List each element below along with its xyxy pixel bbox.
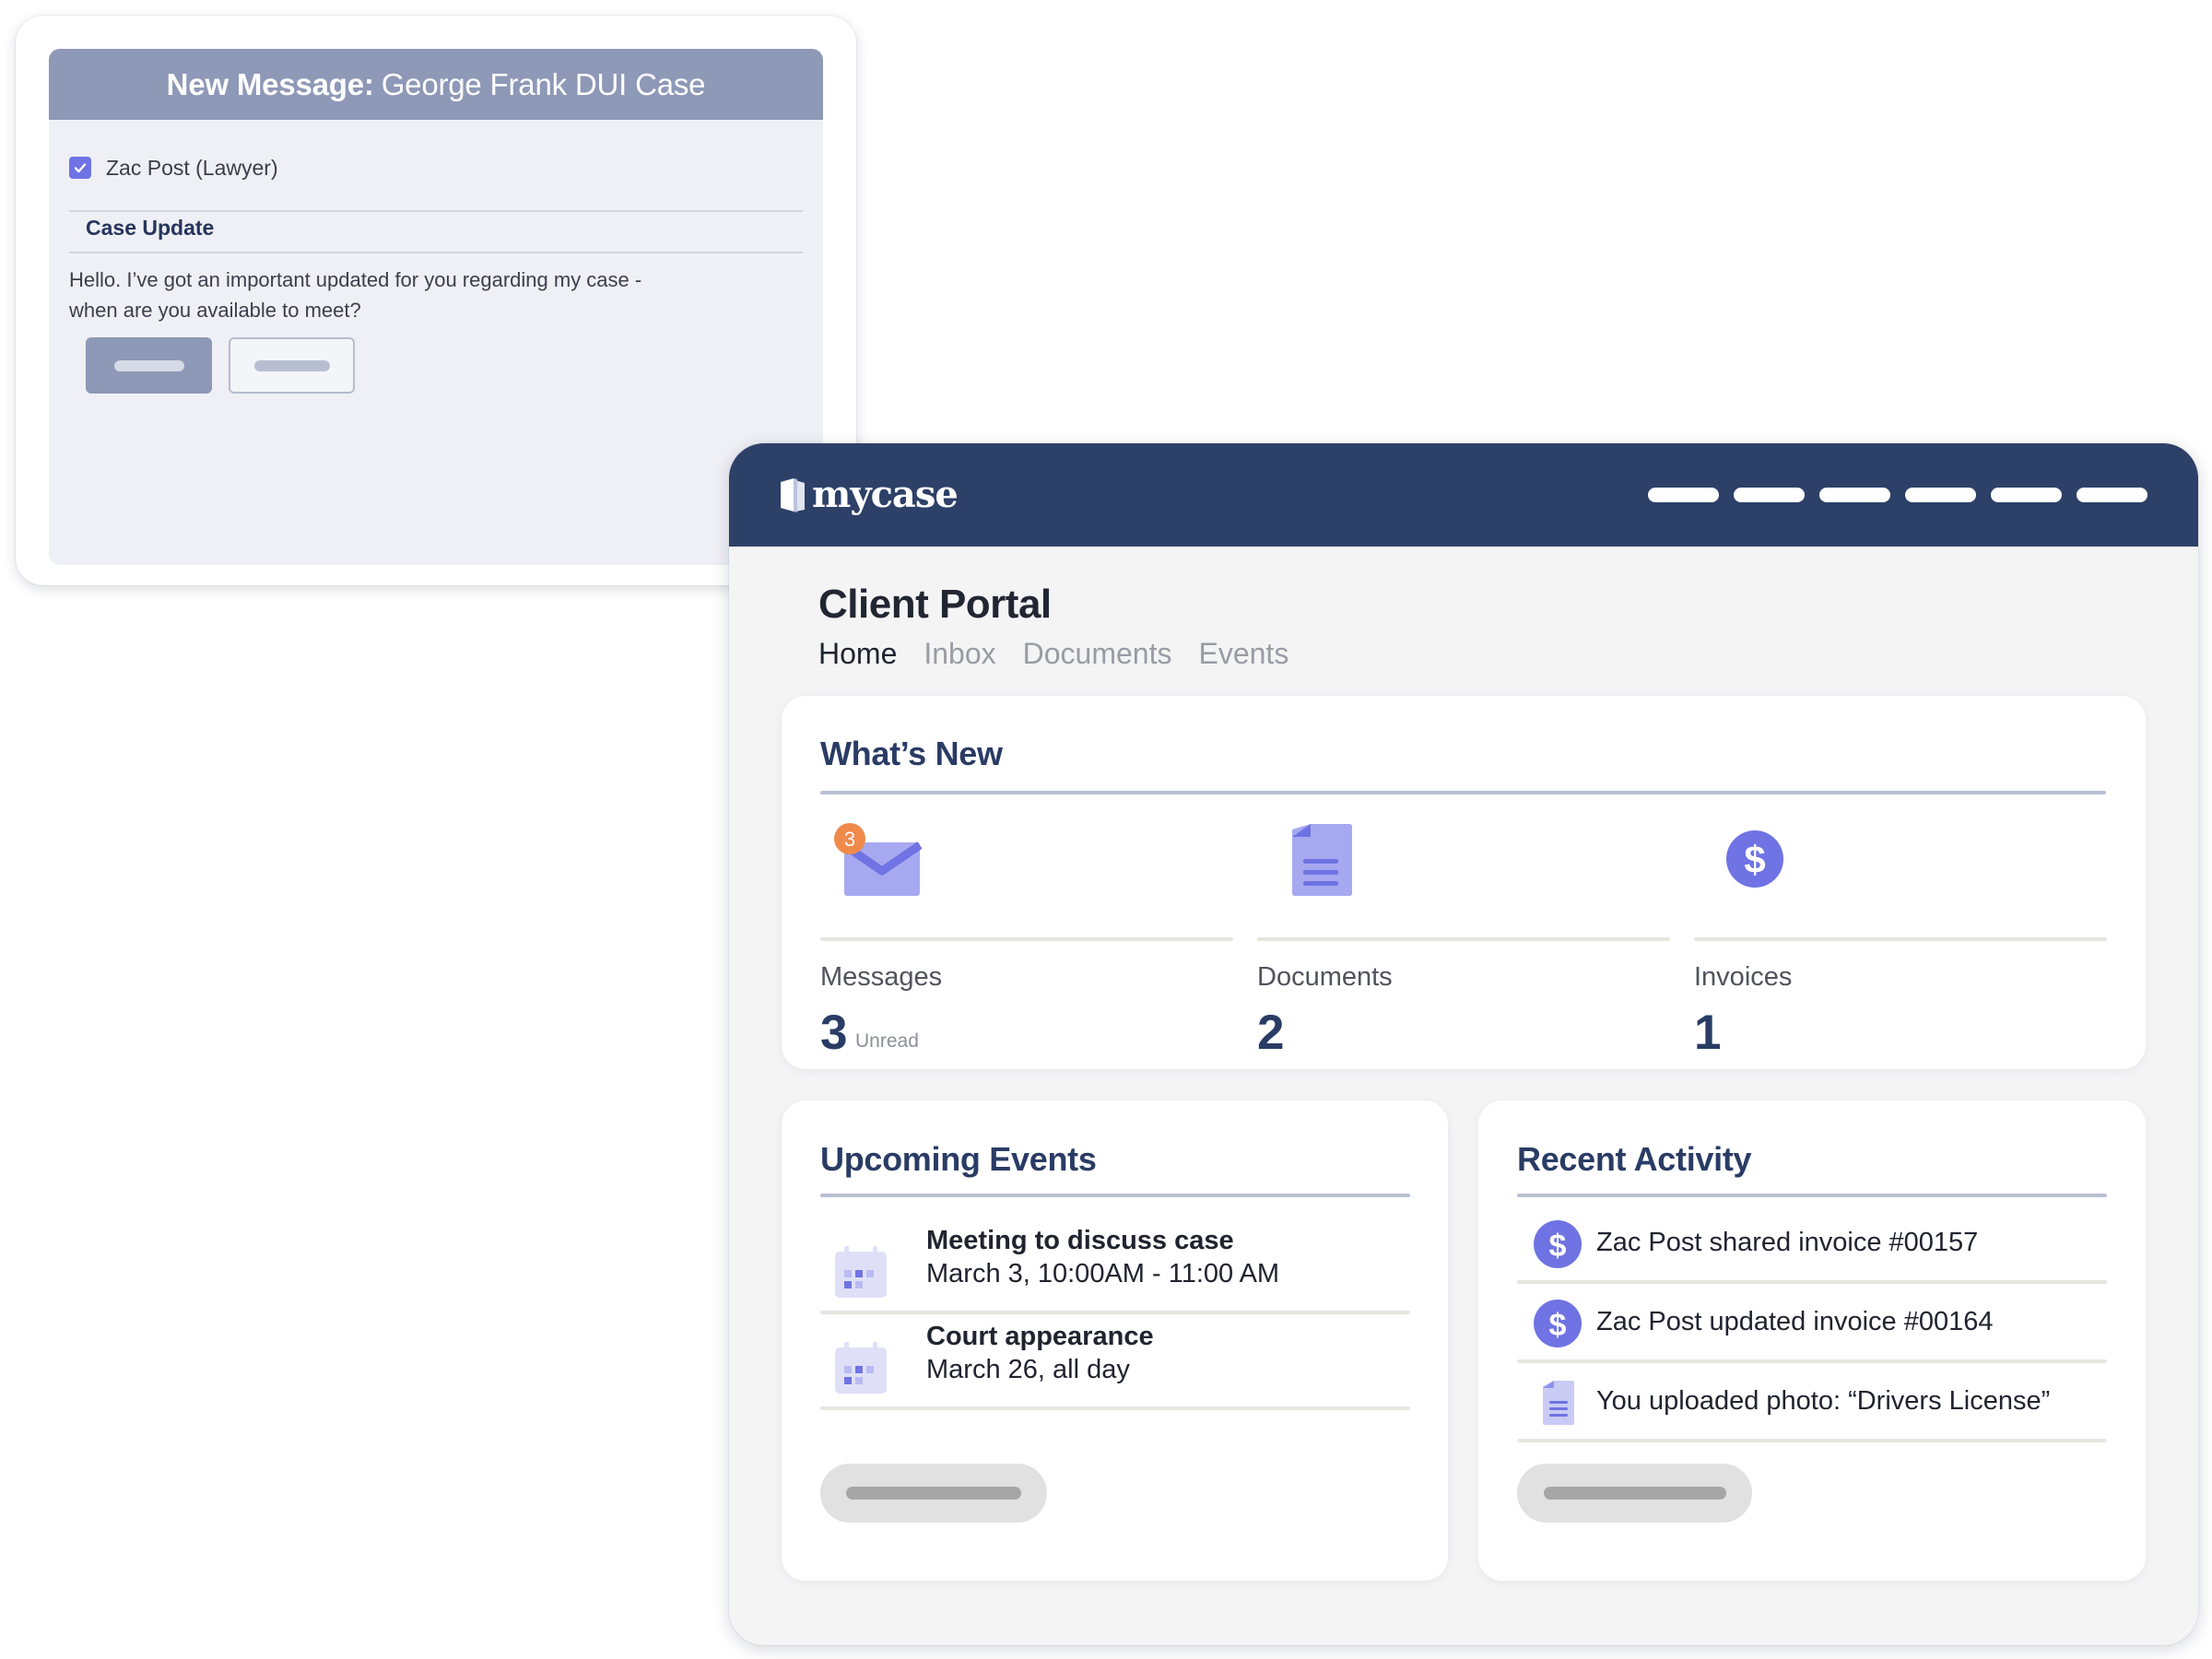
mycase-logo[interactable]: mycase bbox=[779, 473, 959, 516]
message-header-label: New Message: bbox=[166, 66, 374, 101]
documents-count: 2 bbox=[1257, 1006, 1285, 1060]
divider bbox=[820, 1194, 1410, 1197]
messages-label: Messages bbox=[820, 962, 943, 992]
documents-stat[interactable]: Documents 2 bbox=[1257, 820, 1670, 1060]
divider bbox=[1257, 937, 1670, 941]
send-button-placeholder bbox=[113, 359, 184, 371]
tab-home[interactable]: Home bbox=[818, 637, 897, 671]
event-time: March 3, 10:00AM - 11:00 AM bbox=[926, 1259, 1280, 1288]
invoices-stat[interactable]: $ Invoices 1 bbox=[1694, 820, 2107, 1060]
message-composer: New Message: George Frank DUI Case Zac P… bbox=[49, 49, 823, 565]
activity-text: Zac Post updated invoice #00164 bbox=[1596, 1307, 1994, 1336]
document-icon bbox=[1543, 1381, 1574, 1425]
client-portal-window: mycase Client Portal Home Inbox Document… bbox=[729, 443, 2198, 1645]
documents-label: Documents bbox=[1257, 962, 1393, 992]
book-logo-icon bbox=[781, 477, 805, 512]
button-label-placeholder bbox=[846, 1487, 1021, 1500]
activity-text: Zac Post shared invoice #00157 bbox=[1596, 1228, 1979, 1257]
nav-links bbox=[1648, 488, 2147, 502]
svg-text:$: $ bbox=[1744, 838, 1765, 881]
messages-stat[interactable]: 3 Messages 3 Unread bbox=[820, 820, 1233, 1060]
divider bbox=[820, 937, 1233, 941]
portal-tabs: Home Inbox Documents Events bbox=[818, 637, 1288, 671]
divider bbox=[69, 252, 803, 253]
divider bbox=[820, 1406, 1410, 1410]
cancel-button-placeholder bbox=[253, 359, 330, 371]
nav-link-placeholder[interactable] bbox=[1648, 488, 1719, 502]
activity-text: You uploaded photo: “Drivers License” bbox=[1596, 1386, 2051, 1416]
nav-link-placeholder[interactable] bbox=[1734, 488, 1805, 502]
unread-badge: 3 bbox=[844, 828, 855, 851]
envelope-icon: 3 bbox=[834, 823, 923, 896]
upcoming-events-card: Upcoming Events Meeting to discuss case … bbox=[782, 1100, 1448, 1581]
nav-link-placeholder[interactable] bbox=[1905, 488, 1976, 502]
activity-item[interactable]: You uploaded photo: “Drivers License” bbox=[1517, 1363, 2107, 1442]
event-title: Court appearance bbox=[926, 1322, 1154, 1351]
subject-field[interactable]: Case Update bbox=[86, 216, 214, 241]
view-all-events-button[interactable] bbox=[820, 1464, 1047, 1523]
recipient-label: Zac Post (Lawyer) bbox=[106, 155, 278, 180]
calendar-icon bbox=[835, 1246, 887, 1298]
divider bbox=[1517, 1194, 2107, 1197]
divider bbox=[820, 791, 2106, 794]
tab-inbox[interactable]: Inbox bbox=[924, 637, 995, 671]
recent-activity-title: Recent Activity bbox=[1517, 1140, 1752, 1178]
top-navigation-bar: mycase bbox=[729, 443, 2198, 547]
cancel-button[interactable] bbox=[229, 337, 355, 394]
button-label-placeholder bbox=[1543, 1487, 1726, 1500]
recipient-row: Zac Post (Lawyer) bbox=[69, 152, 803, 183]
activity-item[interactable]: $ Zac Post shared invoice #00157 bbox=[1517, 1205, 2107, 1284]
dollar-icon: $ bbox=[1534, 1220, 1582, 1268]
brand-name: mycase bbox=[812, 473, 959, 516]
send-button[interactable] bbox=[86, 337, 212, 394]
recipient-checkbox[interactable] bbox=[69, 157, 91, 179]
invoices-count: 1 bbox=[1694, 1006, 1722, 1060]
view-all-activity-button[interactable] bbox=[1517, 1464, 1752, 1523]
checkmark-icon bbox=[74, 163, 87, 173]
event-time: March 26, all day bbox=[926, 1355, 1130, 1384]
message-header: New Message: George Frank DUI Case bbox=[49, 49, 823, 120]
nav-link-placeholder[interactable] bbox=[1819, 488, 1890, 502]
document-icon bbox=[1292, 824, 1352, 896]
divider bbox=[69, 210, 803, 212]
divider bbox=[1694, 937, 2107, 941]
messages-count: 3 bbox=[820, 1006, 848, 1060]
nav-link-placeholder[interactable] bbox=[2077, 488, 2147, 502]
tab-events[interactable]: Events bbox=[1198, 637, 1288, 671]
divider bbox=[1517, 1439, 2107, 1442]
message-case-name: George Frank DUI Case bbox=[381, 66, 706, 101]
whats-new-card: What’s New 3 Messages 3 Unread Documents… bbox=[782, 696, 2146, 1069]
dollar-icon: $ bbox=[1726, 830, 1783, 888]
tab-documents[interactable]: Documents bbox=[1023, 637, 1172, 671]
nav-link-placeholder[interactable] bbox=[1991, 488, 2062, 502]
message-body-field[interactable]: Hello. I’ve got an important updated for… bbox=[69, 265, 677, 325]
invoices-label: Invoices bbox=[1694, 962, 1793, 992]
activity-item[interactable]: $ Zac Post updated invoice #00164 bbox=[1517, 1284, 2107, 1363]
event-item[interactable]: Meeting to discuss case March 3, 10:00AM… bbox=[820, 1218, 1410, 1314]
upcoming-events-title: Upcoming Events bbox=[820, 1140, 1097, 1178]
svg-text:$: $ bbox=[1549, 1229, 1567, 1264]
event-item[interactable]: Court appearance March 26, all day bbox=[820, 1314, 1410, 1410]
messages-unread-label: Unread bbox=[855, 1030, 919, 1052]
whats-new-title: What’s New bbox=[820, 735, 1003, 772]
dollar-icon: $ bbox=[1534, 1300, 1582, 1347]
event-title: Meeting to discuss case bbox=[926, 1226, 1234, 1255]
calendar-icon bbox=[835, 1342, 887, 1394]
svg-text:$: $ bbox=[1549, 1308, 1567, 1343]
recent-activity-card: Recent Activity $ Zac Post shared invoic… bbox=[1478, 1100, 2146, 1581]
page-title: Client Portal bbox=[818, 582, 1052, 627]
